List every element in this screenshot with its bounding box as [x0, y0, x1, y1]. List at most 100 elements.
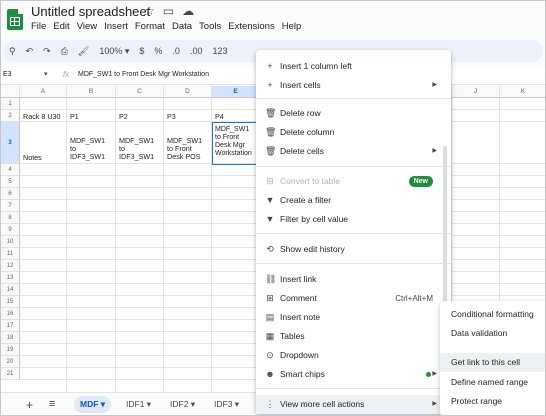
- document-title[interactable]: Untitled spreadsheet: [31, 4, 150, 19]
- cell-d2[interactable]: P3: [167, 113, 211, 121]
- submenu-item-conditional-formatting[interactable]: Conditional formatting: [440, 305, 545, 324]
- column-header-c[interactable]: C: [116, 86, 164, 98]
- submenu-item-define-named-range[interactable]: Define named range: [440, 373, 545, 392]
- menu-item-delete-column[interactable]: 🗑 Delete column: [256, 123, 451, 142]
- decrease-decimal-icon[interactable]: .0: [172, 46, 180, 56]
- menu-item-insert-column-left[interactable]: + Insert 1 column left: [256, 57, 451, 76]
- menu-tools[interactable]: Tools: [199, 21, 221, 32]
- cell-d3[interactable]: MDF_SW1 to Front Desk POS: [167, 137, 211, 161]
- row-header-2[interactable]: 2: [1, 110, 20, 122]
- menu-item-show-edit-history[interactable]: ⟲ Show edit history: [256, 240, 451, 259]
- row-header-13[interactable]: 13: [1, 272, 20, 284]
- row-header-3[interactable]: 3: [1, 122, 20, 164]
- menu-item-tables[interactable]: ▦ Tables: [256, 327, 451, 346]
- search-menus-icon[interactable]: ⚲: [9, 46, 16, 57]
- cell-c3[interactable]: MDF_SW1 to IDF3_SW1: [119, 137, 163, 161]
- row-header-17[interactable]: 17: [1, 320, 20, 332]
- menu-item-create-filter[interactable]: ▼ Create a filter: [256, 191, 451, 210]
- column-header-b[interactable]: B: [67, 86, 116, 98]
- cell-e2[interactable]: P4: [215, 113, 259, 121]
- menu-item-label: Show edit history: [280, 244, 345, 254]
- menu-help[interactable]: Help: [282, 21, 302, 32]
- column-header-d[interactable]: D: [164, 86, 212, 98]
- menu-view[interactable]: View: [77, 21, 97, 32]
- add-sheet-icon[interactable]: +: [26, 398, 33, 412]
- menu-item-insert-link[interactable]: ⛓ Insert link: [256, 270, 451, 289]
- menu-item-delete-cells[interactable]: 🗑 Delete cells ▶: [256, 142, 451, 161]
- cell-a3[interactable]: Notes: [23, 154, 67, 162]
- more-cell-actions-submenu: Conditional formatting Data validation G…: [440, 301, 545, 415]
- sheet-tab-idf3[interactable]: IDF3 ▾: [214, 399, 239, 410]
- percent-format-button[interactable]: %: [154, 46, 162, 56]
- menu-item-filter-by-cell-value[interactable]: ▼ Filter by cell value: [256, 210, 451, 229]
- new-dot-indicator: [426, 372, 431, 377]
- menu-file[interactable]: File: [31, 21, 46, 32]
- column-header-k[interactable]: K: [500, 86, 545, 98]
- row-header-19[interactable]: 19: [1, 344, 20, 356]
- row-header-7[interactable]: 7: [1, 200, 20, 212]
- row-header-20[interactable]: 20: [1, 356, 20, 368]
- row-header-9[interactable]: 9: [1, 224, 20, 236]
- history-icon: ⟲: [266, 244, 274, 254]
- menu-item-comment[interactable]: ⊞ Comment Ctrl+Alt+M: [256, 289, 451, 308]
- menu-item-view-more-cell-actions[interactable]: ⋮ View more cell actions ▶: [256, 395, 451, 414]
- menu-item-convert-to-table[interactable]: ⊞ Convert to table New: [256, 172, 451, 191]
- redo-icon[interactable]: ↷: [43, 46, 51, 57]
- sheet-tab-mdf[interactable]: MDF ▾: [74, 396, 112, 413]
- menu-data[interactable]: Data: [172, 21, 192, 32]
- row-header-1[interactable]: 1: [1, 98, 20, 110]
- menu-format[interactable]: Format: [135, 21, 165, 32]
- row-header-18[interactable]: 18: [1, 332, 20, 344]
- undo-icon[interactable]: ↶: [26, 46, 34, 57]
- row-header-11[interactable]: 11: [1, 248, 20, 260]
- sheets-logo-icon[interactable]: [7, 9, 23, 30]
- print-icon[interactable]: ⎙: [61, 46, 68, 57]
- cloud-status-icon[interactable]: ☁: [182, 4, 194, 18]
- zoom-select[interactable]: 100% ▾: [99, 46, 129, 57]
- cell-b3[interactable]: MDF_SW1 to IDF3_SW1: [70, 137, 114, 161]
- number-format-button[interactable]: 123: [212, 46, 227, 56]
- star-icon[interactable]: ☆: [144, 4, 155, 18]
- row-header-14[interactable]: 14: [1, 284, 20, 296]
- sheet-tab-idf1[interactable]: IDF1 ▾: [126, 399, 151, 410]
- currency-format-button[interactable]: $: [139, 46, 144, 56]
- increase-decimal-icon[interactable]: .00: [190, 46, 203, 56]
- select-all-corner[interactable]: [1, 86, 20, 98]
- menu-item-smart-chips[interactable]: ☻ Smart chips ▶: [256, 365, 451, 384]
- all-sheets-icon[interactable]: ≡: [49, 398, 55, 410]
- row-header-5[interactable]: 5: [1, 176, 20, 188]
- row-header-4[interactable]: 4: [1, 164, 20, 176]
- column-header-a[interactable]: A: [20, 86, 67, 98]
- submenu-arrow-icon: ▶: [432, 82, 437, 88]
- move-folder-icon[interactable]: ▭: [163, 4, 174, 18]
- row-header-10[interactable]: 10: [1, 236, 20, 248]
- name-box[interactable]: E3: [3, 71, 12, 78]
- paint-format-icon[interactable]: 🖌: [78, 46, 89, 57]
- cell-c2[interactable]: P2: [119, 113, 163, 121]
- cell-b2[interactable]: P1: [70, 113, 114, 121]
- column-header-e[interactable]: E: [212, 86, 260, 98]
- menu-item-delete-row[interactable]: 🗑 Delete row: [256, 104, 451, 123]
- row-header-15[interactable]: 15: [1, 296, 20, 308]
- row-header-8[interactable]: 8: [1, 212, 20, 224]
- menu-item-label: Insert 1 column left: [280, 61, 352, 71]
- name-box-dropdown-icon[interactable]: ▾: [44, 70, 48, 78]
- menu-item-dropdown[interactable]: ⊙ Dropdown: [256, 346, 451, 365]
- submenu-item-data-validation[interactable]: Data validation: [440, 324, 545, 343]
- row-header-12[interactable]: 12: [1, 260, 20, 272]
- row-header-21[interactable]: 21: [1, 368, 20, 380]
- menu-item-insert-note[interactable]: ▤ Insert note: [256, 308, 451, 327]
- menu-insert[interactable]: Insert: [104, 21, 128, 32]
- row-header-6[interactable]: 6: [1, 188, 20, 200]
- sheet-tab-idf2[interactable]: IDF2 ▾: [170, 399, 195, 410]
- formula-input[interactable]: MDF_SW1 to Front Desk Mgr Workstation: [78, 71, 209, 78]
- column-header-j[interactable]: J: [452, 86, 500, 98]
- trash-icon: 🗑: [265, 108, 277, 118]
- submenu-item-get-link-to-cell[interactable]: Get link to this cell: [440, 353, 545, 372]
- menu-item-insert-cells[interactable]: + Insert cells ▶: [256, 76, 451, 95]
- menu-extensions[interactable]: Extensions: [228, 21, 274, 32]
- submenu-item-protect-range[interactable]: Protect range: [440, 392, 545, 411]
- row-header-16[interactable]: 16: [1, 308, 20, 320]
- cell-a2[interactable]: Rack 8 U30: [23, 113, 67, 121]
- menu-edit[interactable]: Edit: [53, 21, 69, 32]
